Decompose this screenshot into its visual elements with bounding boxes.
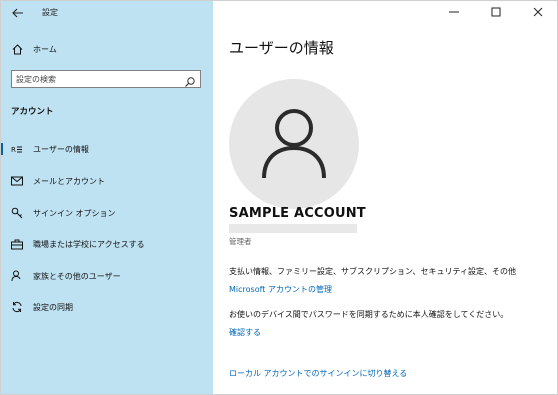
page-title: ユーザーの情報: [229, 39, 334, 57]
sidebar-item-label: 家族とその他のユーザー: [33, 271, 121, 281]
main-content: ユーザーの情報 SAMPLE ACCOUNT 管理者 支払い情報、ファミリー設定…: [213, 1, 557, 394]
local-signin-link[interactable]: ローカル アカウントでのサインインに切り替える: [229, 368, 407, 379]
sidebar-item-label: ユーザーの情報: [33, 144, 89, 154]
key-icon: [11, 207, 23, 219]
back-arrow-icon: [12, 8, 23, 18]
person-card-icon: R: [11, 143, 23, 155]
sidebar-item-label: メールとアカウント: [33, 176, 105, 186]
minimize-button[interactable]: [439, 1, 469, 23]
title-bar: 設定: [1, 1, 213, 25]
sidebar-item-sync[interactable]: 設定の同期: [1, 296, 213, 318]
sync-icon: [11, 301, 23, 313]
maximize-button[interactable]: [481, 1, 511, 23]
avatar: [229, 79, 359, 209]
search-field[interactable]: [11, 70, 201, 88]
person-add-icon: [11, 270, 23, 282]
account-role: 管理者: [229, 237, 252, 246]
search-input[interactable]: [16, 72, 176, 86]
settings-window: 設定 ホーム アカウント: [0, 0, 558, 395]
section-heading: アカウント: [11, 107, 54, 117]
sidebar-item-your-info[interactable]: R ユーザーの情報: [1, 138, 213, 160]
back-button[interactable]: [9, 4, 27, 22]
home-icon: [11, 43, 23, 55]
sidebar-item-home[interactable]: ホーム: [1, 38, 213, 60]
window-title: 設定: [42, 8, 58, 17]
account-info-text: 支払い情報、ファミリー設定、サブスクリプション、セキュリティ設定、その他: [229, 267, 517, 276]
sidebar-item-access-work[interactable]: 職場または学校にアクセスする: [1, 233, 213, 255]
search-icon[interactable]: [184, 73, 196, 87]
mail-icon: [11, 175, 23, 187]
verify-link[interactable]: 確認する: [229, 327, 261, 338]
sidebar-item-label: サインイン オプション: [33, 208, 116, 218]
sync-verify-text: お使いのデバイス間でパスワードを同期するために本人確認をしてください。: [229, 310, 509, 319]
sidebar-item-email[interactable]: メールとアカウント: [1, 170, 213, 192]
close-button[interactable]: [523, 1, 553, 23]
account-name: SAMPLE ACCOUNT: [229, 206, 366, 221]
sidebar-item-family[interactable]: 家族とその他のユーザー: [1, 265, 213, 287]
sidebar-item-sign-in-options[interactable]: サインイン オプション: [1, 202, 213, 224]
svg-text:R: R: [11, 146, 16, 154]
close-icon: [533, 7, 543, 17]
sidebar-item-label: 設定の同期: [33, 302, 73, 312]
user-icon: [262, 109, 326, 179]
minimize-icon: [449, 11, 459, 13]
maximize-icon: [491, 7, 501, 17]
sidebar-item-label: ホーム: [33, 44, 57, 54]
manage-account-link[interactable]: Microsoft アカウントの管理: [229, 284, 332, 295]
sidebar-item-label: 職場または学校にアクセスする: [33, 239, 145, 249]
window-controls: [439, 1, 557, 23]
sidebar: 設定 ホーム アカウント: [1, 1, 213, 394]
redacted-email: [229, 224, 357, 233]
briefcase-icon: [11, 238, 23, 250]
